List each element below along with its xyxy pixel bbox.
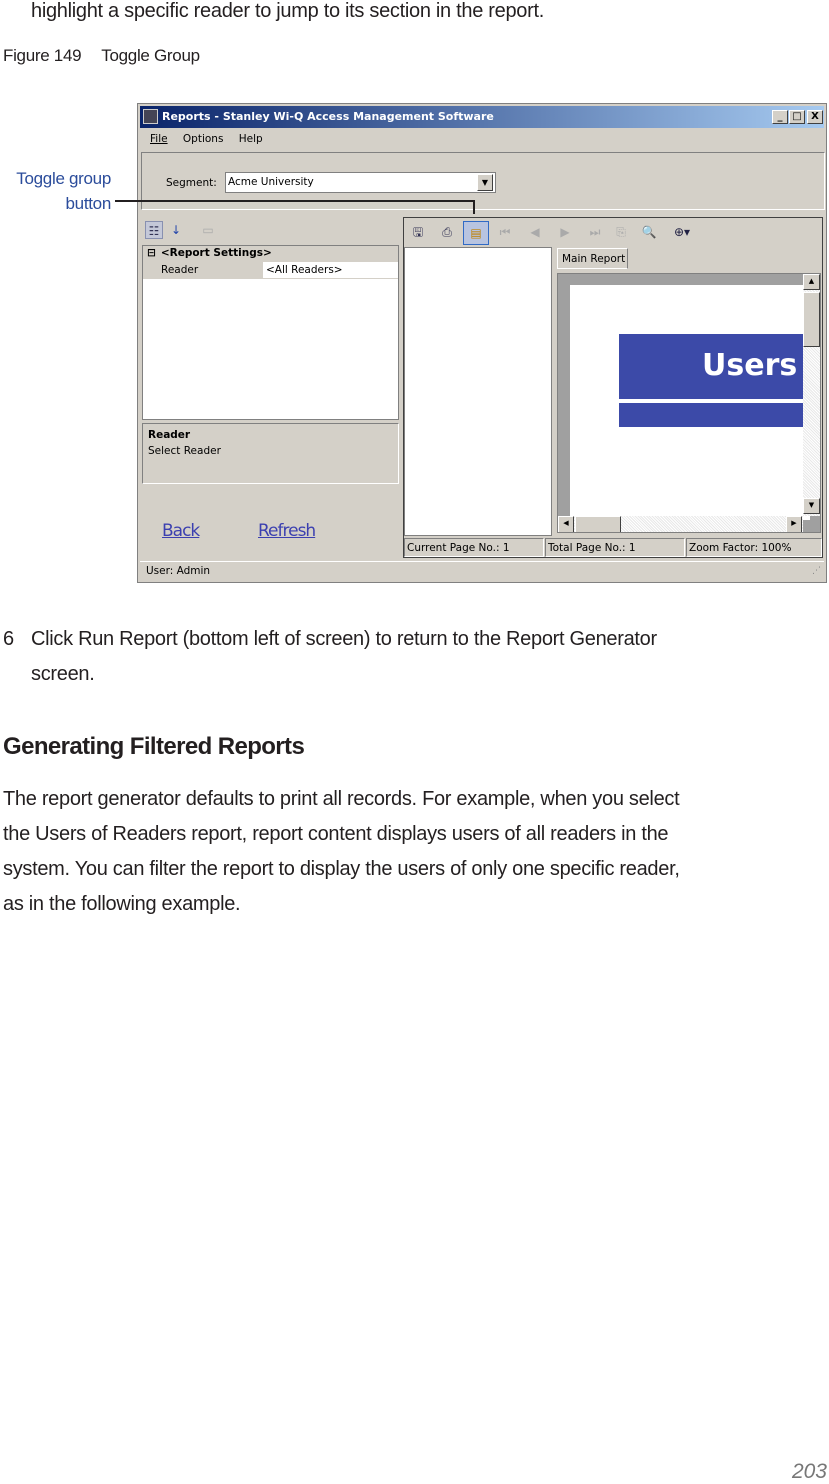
resize-grip-icon[interactable]: ⋰ xyxy=(812,566,821,576)
segment-dropdown[interactable]: Acme University ▼ xyxy=(225,172,496,193)
segment-value: Acme University xyxy=(228,176,314,188)
collapse-icon[interactable]: ⊟ xyxy=(147,247,156,259)
categorized-icon[interactable]: ☷ xyxy=(145,221,163,239)
minimize-button[interactable]: _ xyxy=(772,110,788,124)
vertical-scrollbar[interactable]: ▲ ▼ xyxy=(803,274,820,516)
property-value[interactable]: <All Readers> xyxy=(263,262,346,278)
step-text-line2: screen. xyxy=(31,663,95,685)
callout-leader-line xyxy=(115,200,475,214)
paragraph-line: system. You can filter the report to dis… xyxy=(3,858,680,880)
page-number: 203 xyxy=(791,1460,827,1483)
callout-label: Toggle group button xyxy=(16,166,111,216)
description-title: Reader xyxy=(148,429,191,441)
current-page-field: Current Page No.: 1 xyxy=(404,538,544,557)
goto-page-icon[interactable]: ⎘ xyxy=(612,223,630,241)
step-text-line1: Click Run Report (bottom left of screen)… xyxy=(31,628,657,650)
report-preview: Users ▲ ▼ ◀ ▶ xyxy=(557,273,821,533)
back-link[interactable]: Back xyxy=(162,521,200,541)
property-pages-icon[interactable]: ▭ xyxy=(199,221,217,239)
segment-label: Segment: xyxy=(166,177,217,189)
property-grid: ⊟ <Report Settings> Reader <All Readers> xyxy=(142,245,399,420)
property-toolbar: ☷ ↓ ▭ xyxy=(142,218,399,244)
report-viewer: 🖫 ⎙ ▤ ⏮ ◀ ▶ ⏭ ⎘ 🔍 ⊕▾ Main Report Users ▲… xyxy=(403,217,823,558)
first-page-icon[interactable]: ⏮ xyxy=(496,223,514,241)
print-icon[interactable]: ⎙ xyxy=(438,223,456,241)
step-number: 6 xyxy=(3,628,14,650)
property-name: Reader xyxy=(143,262,263,278)
app-icon xyxy=(143,109,158,124)
maximize-button[interactable]: □ xyxy=(789,110,805,124)
sort-az-icon[interactable]: ↓ xyxy=(167,221,185,239)
report-page: Users xyxy=(570,285,810,520)
figure-title: Toggle Group xyxy=(101,46,200,65)
callout-line1: Toggle group xyxy=(16,169,111,188)
find-icon[interactable]: 🔍 xyxy=(640,223,658,241)
horizontal-scroll-thumb[interactable] xyxy=(575,516,621,532)
status-user: User: Admin xyxy=(146,565,211,577)
report-banner-stripe xyxy=(619,403,810,427)
section-heading: Generating Filtered Reports xyxy=(3,733,305,760)
property-row-reader[interactable]: Reader <All Readers> xyxy=(143,262,398,279)
horizontal-scrollbar[interactable]: ◀ ▶ xyxy=(558,516,803,532)
description-text: Select Reader xyxy=(148,445,221,457)
section-paragraph: The report generator defaults to print a… xyxy=(3,782,680,922)
scroll-left-icon[interactable]: ◀ xyxy=(558,516,574,532)
close-button[interactable]: X xyxy=(807,110,823,124)
zoom-factor-field: Zoom Factor: 100% xyxy=(686,538,822,557)
export-icon[interactable]: 🖫 xyxy=(409,223,427,241)
window-title: Reports - Stanley Wi-Q Access Management… xyxy=(162,110,494,123)
paragraph-line: as in the following example. xyxy=(3,893,241,915)
menu-file[interactable]: File xyxy=(150,133,168,145)
next-page-icon[interactable]: ▶ xyxy=(556,223,574,241)
group-tree-panel[interactable] xyxy=(404,247,552,536)
category-row[interactable]: ⊟ <Report Settings> xyxy=(143,246,398,262)
title-bar: Reports - Stanley Wi-Q Access Management… xyxy=(140,106,824,128)
vertical-scroll-thumb[interactable] xyxy=(803,292,820,347)
menu-bar: File Options Help xyxy=(150,133,263,145)
figure-caption: Figure 149 Toggle Group xyxy=(3,46,200,66)
scroll-right-icon[interactable]: ▶ xyxy=(786,516,802,532)
refresh-link[interactable]: Refresh xyxy=(258,521,316,541)
menu-options[interactable]: Options xyxy=(183,133,224,145)
paragraph-line: The report generator defaults to print a… xyxy=(3,788,680,810)
description-box: Reader Select Reader xyxy=(142,423,399,484)
last-page-icon[interactable]: ⏭ xyxy=(586,223,604,241)
figure-number: Figure 149 xyxy=(3,46,82,65)
zoom-icon[interactable]: ⊕▾ xyxy=(668,223,696,241)
report-banner: Users xyxy=(619,334,810,399)
callout-line2: button xyxy=(65,194,112,213)
status-bar: User: Admin ⋰ xyxy=(140,561,824,581)
paragraph-line: the Users of Readers report, report cont… xyxy=(3,823,669,845)
toggle-group-button[interactable]: ▤ xyxy=(463,221,489,245)
total-page-field: Total Page No.: 1 xyxy=(545,538,685,557)
scroll-up-icon[interactable]: ▲ xyxy=(803,274,820,290)
tab-main-report[interactable]: Main Report xyxy=(557,248,628,269)
category-label: <Report Settings> xyxy=(160,247,272,259)
menu-help[interactable]: Help xyxy=(239,133,263,145)
viewer-toolbar: 🖫 ⎙ ▤ ⏮ ◀ ▶ ⏭ ⎘ 🔍 ⊕▾ xyxy=(404,218,822,246)
chevron-down-icon[interactable]: ▼ xyxy=(477,174,493,191)
intro-text: highlight a specific reader to jump to i… xyxy=(31,0,545,22)
reports-window: Reports - Stanley Wi-Q Access Management… xyxy=(137,103,827,583)
scroll-down-icon[interactable]: ▼ xyxy=(803,498,820,514)
prev-page-icon[interactable]: ◀ xyxy=(526,223,544,241)
